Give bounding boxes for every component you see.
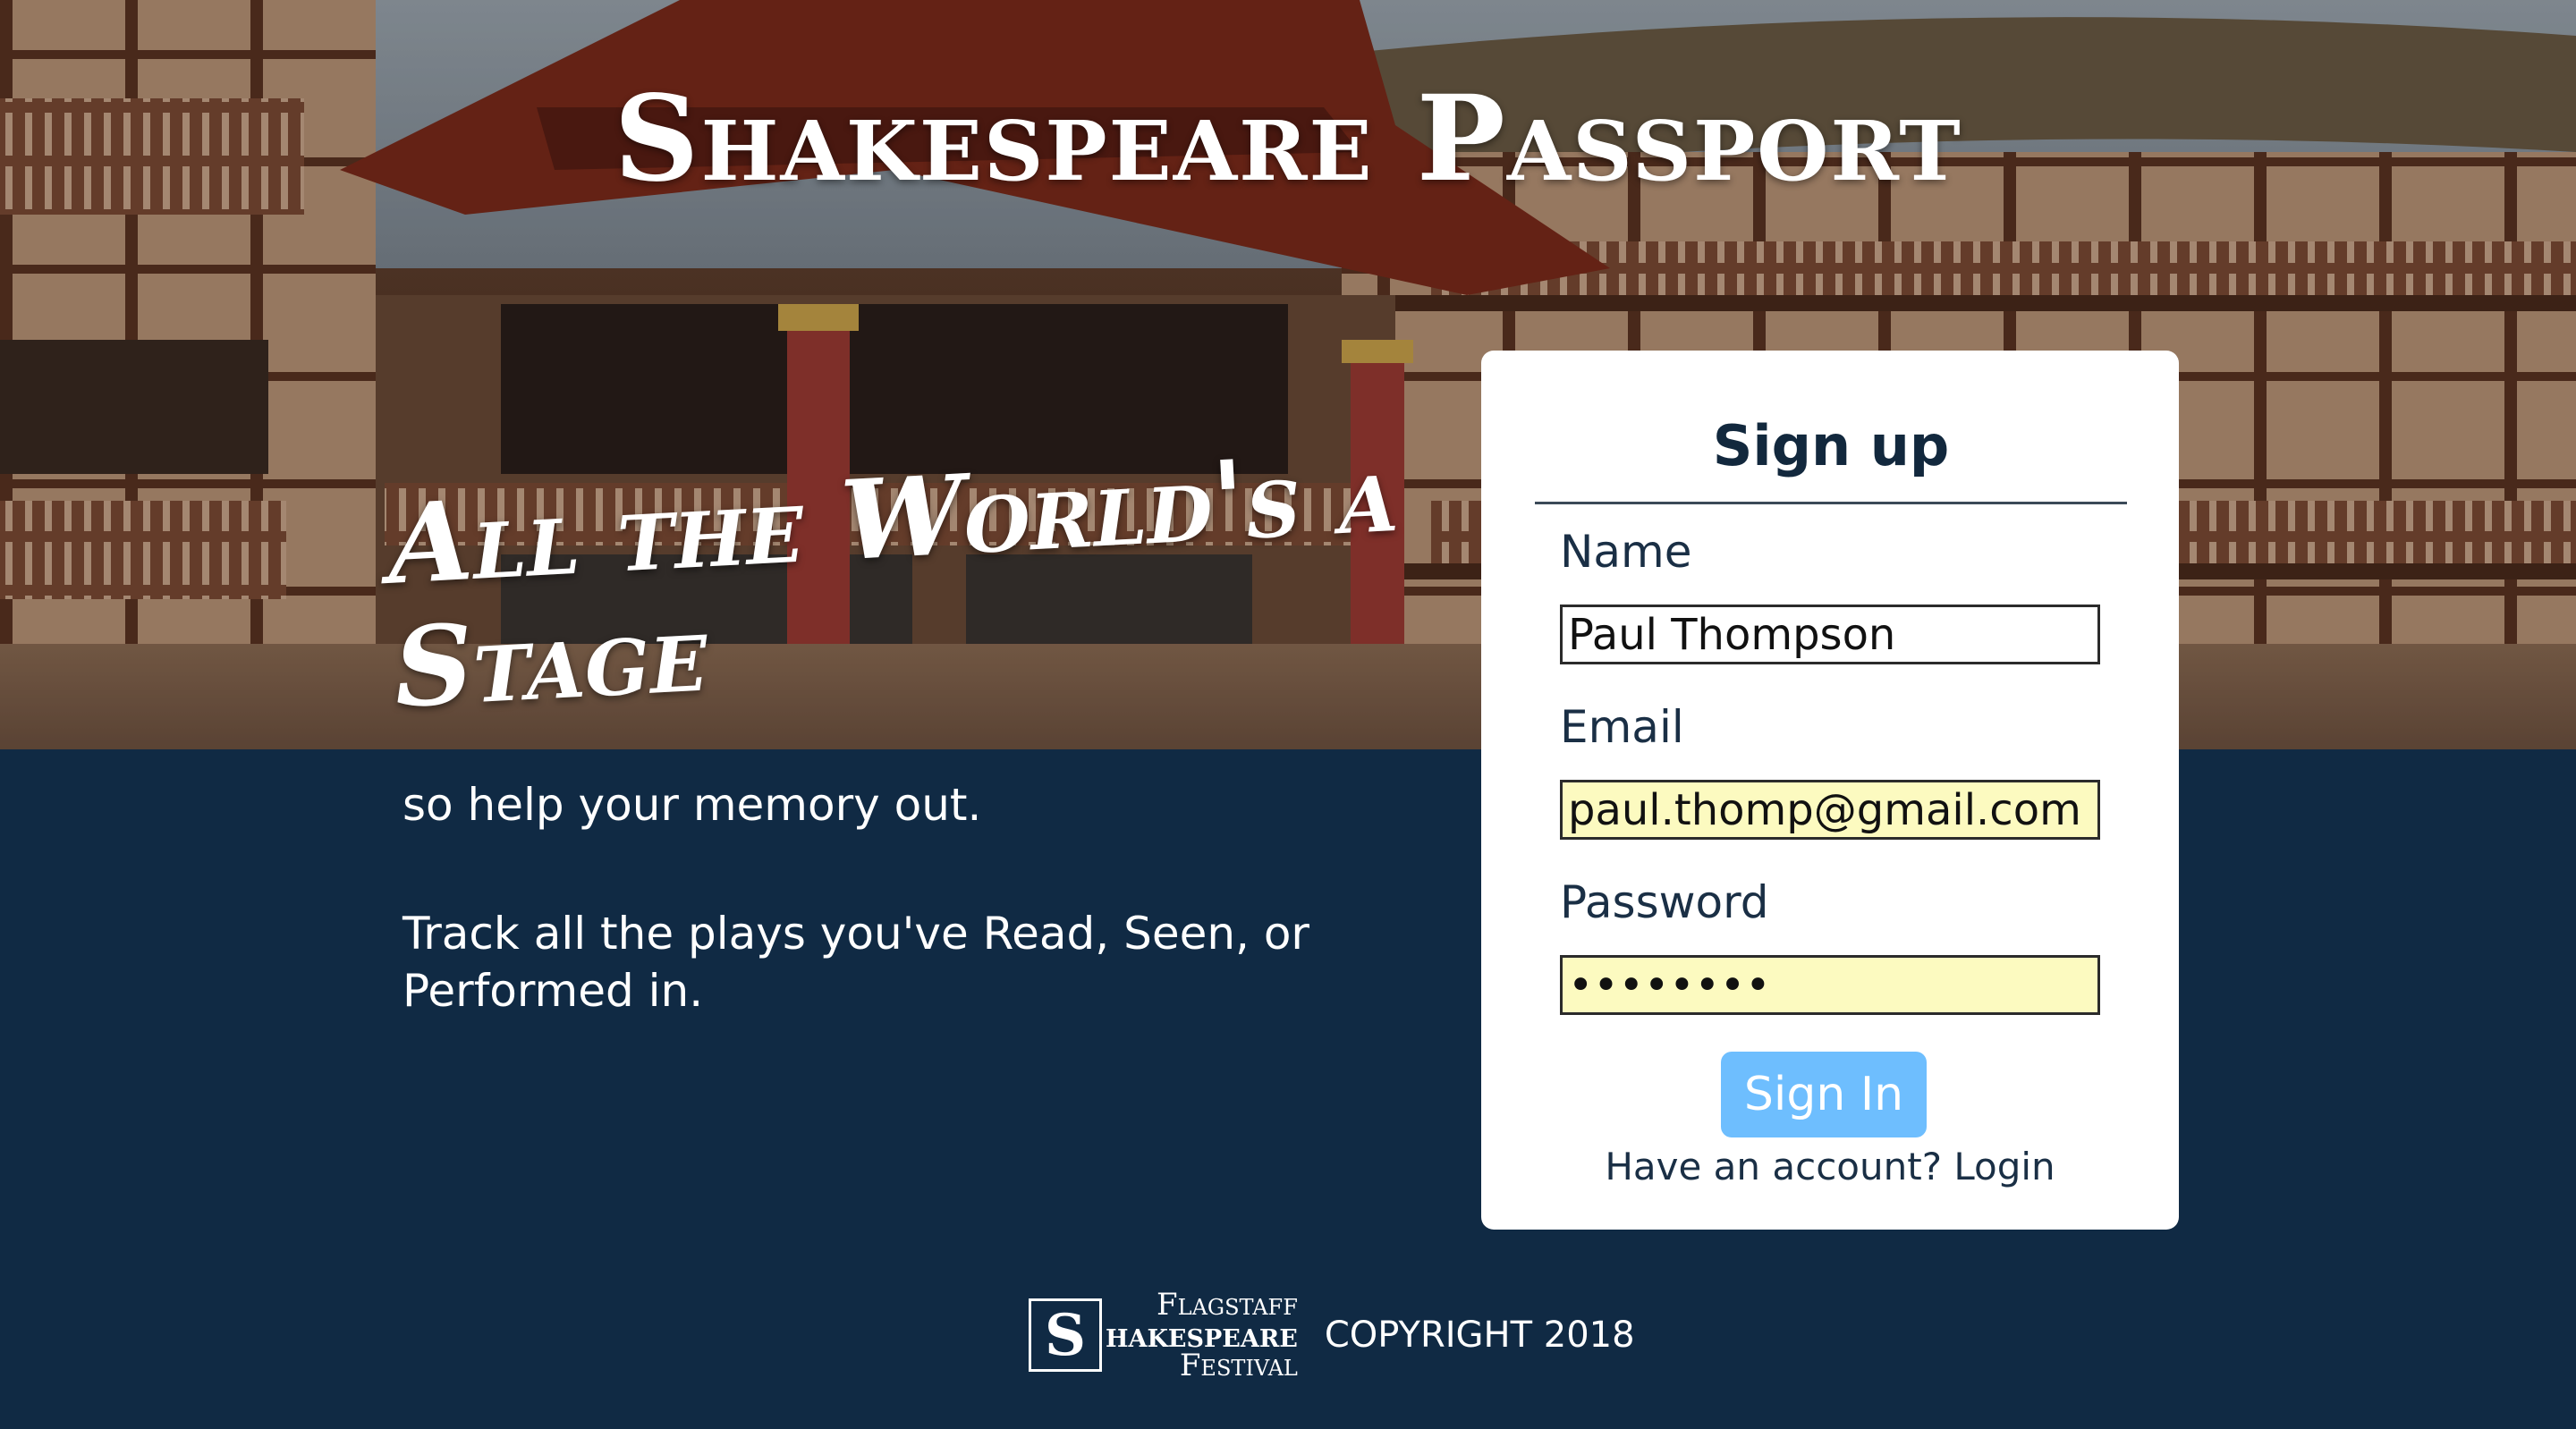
have-account-row: Have an account? Login (1481, 1145, 2179, 1188)
hero-banner: Shakespeare Passport All the World's a S… (0, 0, 2576, 749)
email-input[interactable] (1560, 780, 2100, 840)
app-title: Shakespeare Passport (614, 70, 1962, 208)
intro-paragraph-track: Track all the plays you've Read, Seen, o… (402, 908, 1309, 1017)
intro-paragraph-memory: so help your memory out. (402, 779, 982, 831)
festival-logo-icon: S (1029, 1298, 1102, 1372)
password-input[interactable] (1560, 955, 2100, 1015)
name-input[interactable] (1560, 605, 2100, 664)
signup-card: Sign up Name Email Password Sign In Have… (1481, 351, 2179, 1230)
have-account-text: Have an account? (1605, 1145, 1942, 1188)
festival-logo-line3: Festival (1179, 1348, 1298, 1383)
copyright-text: COPYRIGHT 2018 (1324, 1315, 1635, 1356)
name-label: Name (1560, 526, 1692, 578)
festival-logo-initial: S (1044, 1301, 1087, 1369)
sign-in-button[interactable]: Sign In (1721, 1052, 1927, 1137)
login-link[interactable]: Login (1953, 1145, 2055, 1188)
signup-title: Sign up (1535, 413, 2127, 504)
email-label: Email (1560, 701, 1684, 753)
password-label: Password (1560, 876, 1769, 928)
festival-logo-text: Flagstaff hakespeare Festival (1106, 1289, 1298, 1381)
intro-text: so help your memory out. Track all the p… (402, 776, 1368, 1091)
festival-logo-line2: hakespeare (1106, 1315, 1298, 1355)
hero-tagline-line2: Stage (391, 587, 711, 732)
footer: S Flagstaff hakespeare Festival COPYRIGH… (1029, 1288, 1635, 1382)
